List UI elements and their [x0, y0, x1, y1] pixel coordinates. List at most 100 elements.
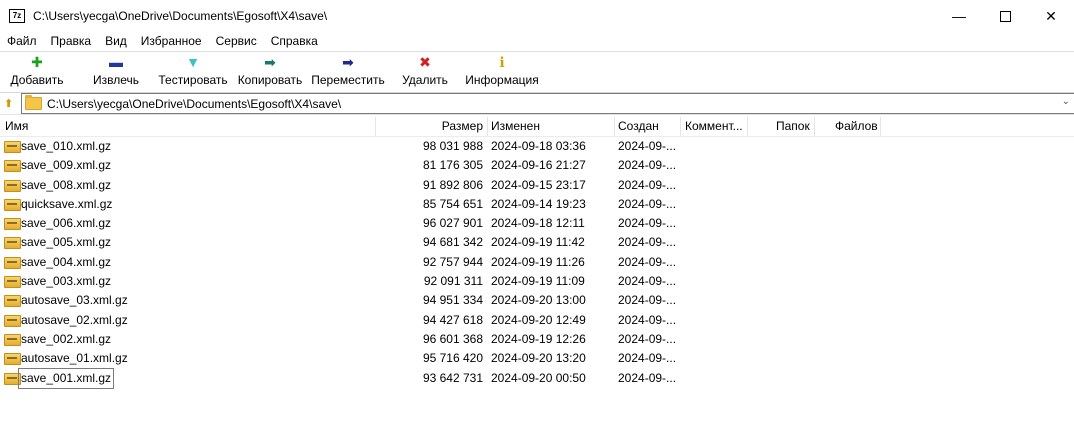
chevron-down-icon[interactable]: ⌄	[1062, 96, 1070, 107]
menu-help[interactable]: Справка	[264, 34, 325, 48]
menu-file[interactable]: Файл	[0, 34, 44, 48]
file-row[interactable]: save_004.xml.gz 92 757 944 2024-09-19 11:2…	[0, 253, 1074, 272]
delete-button[interactable]: ✖ Удалить	[397, 54, 453, 90]
title-bar: 7z C:\Users\yecga\OneDrive\Documents\Ego…	[0, 0, 1074, 32]
copy-button[interactable]: ➡ Копировать	[235, 54, 305, 90]
column-header-created[interactable]: Создан	[618, 117, 659, 136]
file-name: save_003.xml.gz	[21, 274, 112, 289]
file-created: 2024-09-...	[618, 216, 677, 231]
column-header-name[interactable]: Имя	[5, 117, 28, 136]
file-row[interactable]: autosave_02.xml.gz 94 427 618 2024-09-20 1…	[0, 311, 1074, 330]
file-row[interactable]: save_005.xml.gz 94 681 342 2024-09-19 11:4…	[0, 233, 1074, 252]
file-created: 2024-09-...	[618, 254, 677, 269]
column-header-modified[interactable]: Изменен	[491, 117, 540, 136]
file-list: save_010.xml.gz 98 031 988 2024-09-18 03:3…	[0, 137, 1074, 389]
column-divider[interactable]	[747, 117, 748, 136]
file-size: 92 091 311	[423, 274, 483, 289]
address-path: C:\Users\yecga\OneDrive\Documents\Egosof…	[47, 96, 342, 111]
archive-file-icon	[4, 314, 21, 327]
file-size: 95 716 420	[422, 351, 483, 366]
address-input[interactable]: C:\Users\yecga\OneDrive\Documents\Egosof…	[21, 93, 1074, 114]
column-header-comment[interactable]: Коммент...	[685, 117, 743, 136]
menu-tools[interactable]: Сервис	[209, 34, 264, 48]
file-name: autosave_03.xml.gz	[21, 293, 128, 308]
file-created: 2024-09-...	[618, 351, 677, 366]
maximize-icon	[999, 10, 1011, 22]
info-button-label: Информация	[465, 73, 539, 87]
column-header-files[interactable]: Файлов	[835, 117, 878, 136]
file-size: 91 892 806	[422, 177, 483, 192]
column-divider[interactable]	[880, 117, 881, 136]
file-row[interactable]: autosave_01.xml.gz 95 716 420 2024-09-20 1…	[0, 349, 1074, 368]
file-modified: 2024-09-14 19:23	[491, 196, 586, 211]
menu-view[interactable]: Вид	[98, 34, 134, 48]
info-icon: ℹ	[499, 54, 505, 70]
column-divider[interactable]	[375, 117, 376, 136]
column-divider[interactable]	[814, 117, 815, 136]
add-button-label: Добавить	[10, 73, 64, 87]
minimize-icon: —	[952, 8, 966, 24]
extract-button[interactable]: ▬ Извлечь	[86, 54, 146, 90]
file-name: save_009.xml.gz	[21, 158, 112, 173]
file-created: 2024-09-...	[618, 370, 677, 385]
column-header-size[interactable]: Размер	[380, 117, 483, 136]
file-size: 96 027 901	[422, 216, 483, 231]
column-divider[interactable]	[680, 117, 681, 136]
move-button[interactable]: ➡ Переместить	[310, 54, 386, 90]
archive-file-icon	[4, 141, 21, 153]
file-size: 98 031 988	[422, 139, 483, 153]
file-row[interactable]: save_009.xml.gz 81 176 305 2024-09-16 21:2…	[0, 156, 1074, 175]
maximize-button[interactable]	[982, 0, 1028, 32]
up-folder-icon[interactable]: ⬆	[4, 97, 16, 110]
file-name: save_010.xml.gz	[21, 139, 112, 153]
file-modified: 2024-09-20 00:50	[491, 370, 586, 385]
file-created: 2024-09-...	[618, 177, 677, 192]
file-size: 94 681 342	[422, 235, 483, 250]
archive-file-icon	[4, 295, 21, 308]
file-name: autosave_01.xml.gz	[21, 351, 128, 366]
add-button[interactable]: ✚ Добавить	[6, 54, 68, 90]
archive-file-icon	[4, 218, 21, 231]
column-divider[interactable]	[487, 117, 488, 136]
file-row[interactable]: autosave_03.xml.gz 94 951 334 2024-09-20 1…	[0, 291, 1074, 310]
file-modified: 2024-09-20 13:20	[491, 351, 586, 366]
file-row[interactable]: save_008.xml.gz 91 892 806 2024-09-15 23:1…	[0, 176, 1074, 195]
file-name: save_005.xml.gz	[21, 235, 112, 250]
menu-edit[interactable]: Правка	[44, 34, 99, 48]
file-size: 93 642 731	[422, 370, 483, 385]
file-created: 2024-09-...	[618, 331, 677, 346]
file-modified: 2024-09-19 11:42	[491, 235, 585, 250]
file-row[interactable]: save_002.xml.gz 96 601 368 2024-09-19 12:2…	[0, 330, 1074, 349]
file-row[interactable]: save_006.xml.gz 96 027 901 2024-09-18 12:1…	[0, 214, 1074, 233]
info-button[interactable]: ℹ Информация	[462, 54, 542, 90]
window-title: C:\Users\yecga\OneDrive\Documents\Egosof…	[33, 9, 328, 23]
file-name: save_002.xml.gz	[21, 331, 112, 346]
delete-button-label: Удалить	[402, 73, 448, 87]
file-row[interactable]: save_003.xml.gz 92 091 311 2024-09-19 11:0…	[0, 272, 1074, 291]
archive-file-icon	[4, 198, 21, 211]
column-header-folders[interactable]: Папок	[776, 117, 810, 136]
file-name: save_008.xml.gz	[21, 177, 112, 192]
file-modified: 2024-09-18 03:36	[491, 139, 586, 153]
file-name: save_004.xml.gz	[21, 254, 112, 269]
window-controls: — ✕	[936, 0, 1074, 32]
file-modified: 2024-09-19 12:26	[491, 331, 586, 346]
file-name: save_006.xml.gz	[21, 216, 112, 231]
file-row[interactable]: save_001.xml.gz 93 642 731 2024-09-20 00:5…	[0, 367, 1074, 389]
menu-favorites[interactable]: Избранное	[134, 34, 209, 48]
file-name: save_001.xml.gz	[17, 367, 115, 389]
file-modified: 2024-09-19 11:26	[491, 254, 585, 269]
archive-file-icon	[4, 179, 21, 192]
file-row[interactable]: save_010.xml.gz 98 031 988 2024-09-18 03:3…	[0, 137, 1074, 156]
minimize-button[interactable]: —	[936, 0, 982, 32]
file-size: 94 951 334	[422, 293, 483, 308]
file-size: 85 754 651	[422, 196, 483, 211]
file-row[interactable]: quicksave.xml.gz 85 754 651 2024-09-14 19:…	[0, 195, 1074, 214]
file-modified: 2024-09-15 23:17	[491, 177, 586, 192]
file-size: 94 427 618	[422, 312, 483, 327]
file-modified: 2024-09-19 11:09	[491, 274, 585, 289]
test-button[interactable]: ▼ Тестировать	[156, 54, 230, 90]
column-divider[interactable]	[614, 117, 615, 136]
close-button[interactable]: ✕	[1028, 0, 1074, 32]
menu-bar: Файл Правка Вид Избранное Сервис Справка	[0, 32, 1074, 50]
